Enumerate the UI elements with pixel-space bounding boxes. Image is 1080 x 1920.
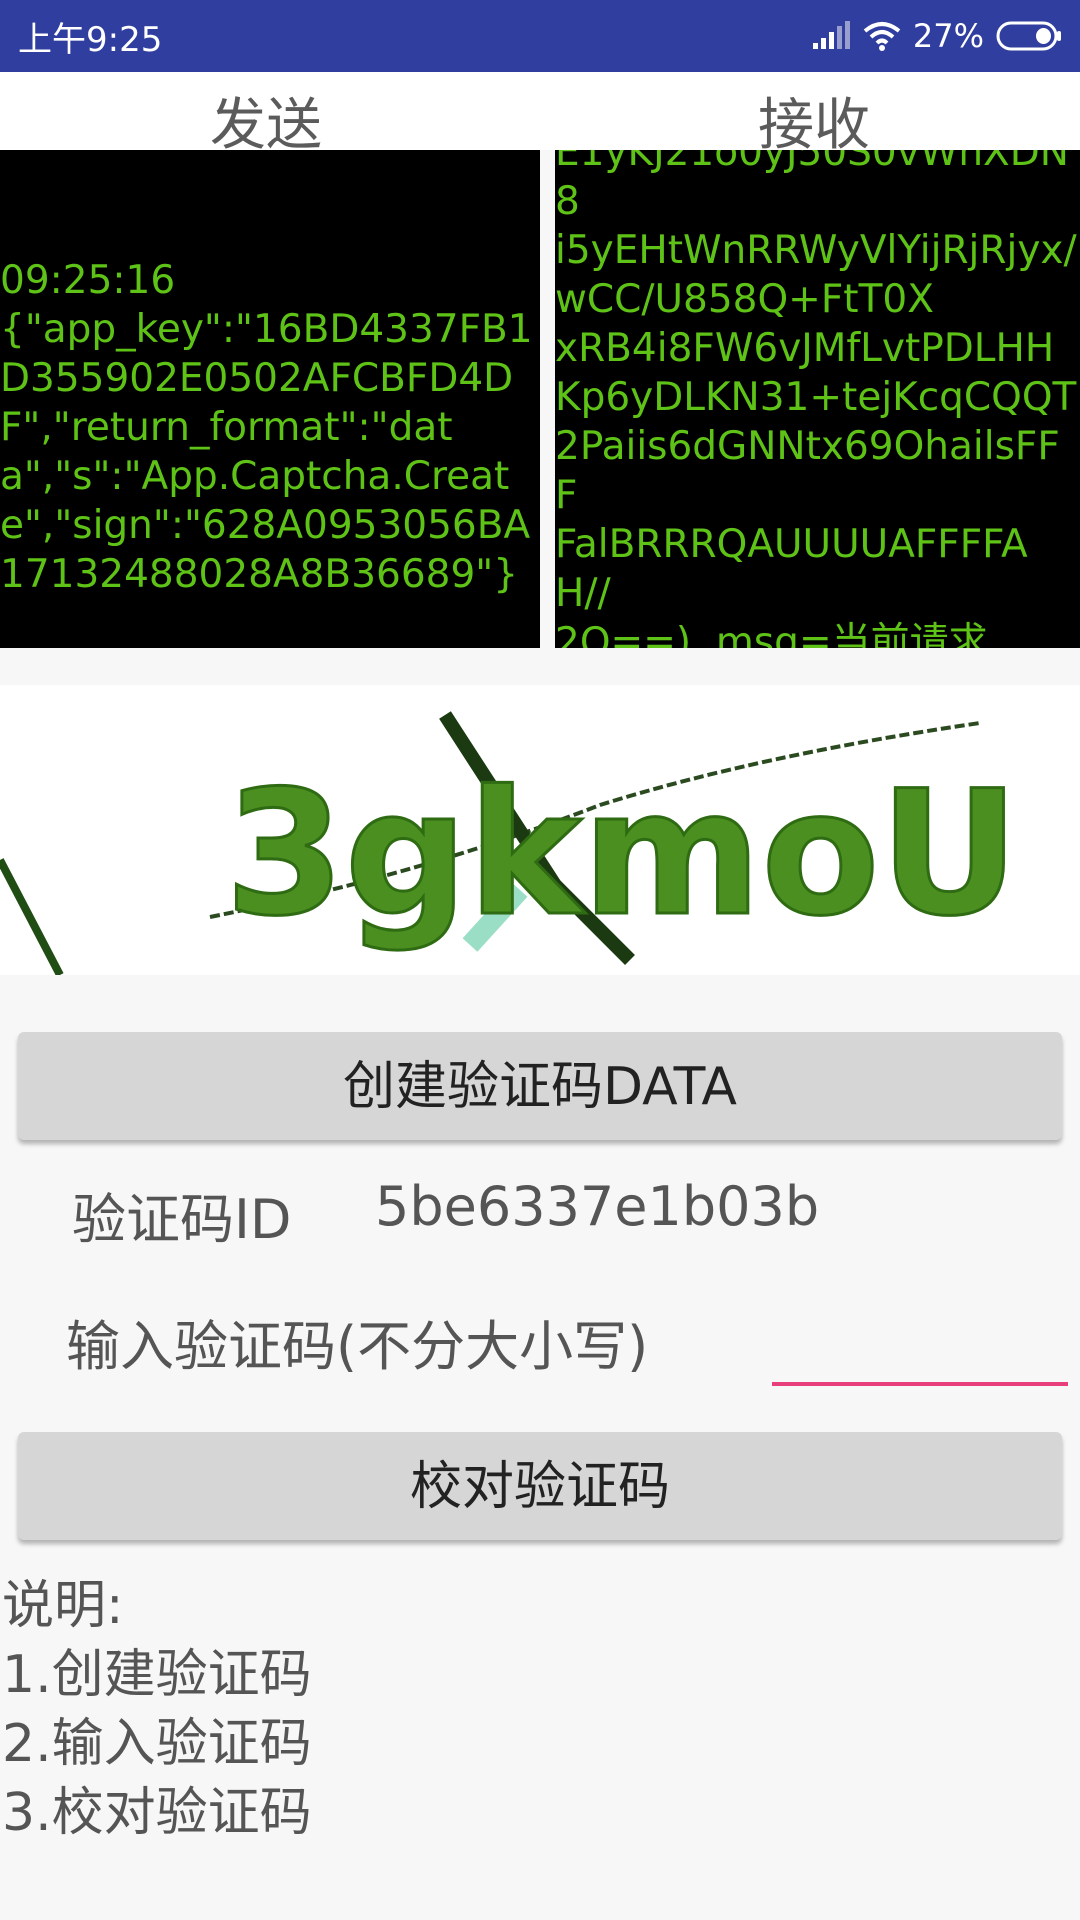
captcha-id-value: 5be6337e1b03b bbox=[375, 1175, 820, 1238]
captcha-id-label: 验证码ID bbox=[72, 1188, 292, 1251]
console-header: 发送 接收 bbox=[0, 72, 1080, 158]
battery-percent: 27% bbox=[912, 17, 984, 55]
battery-icon bbox=[996, 21, 1061, 51]
wifi-icon bbox=[863, 22, 901, 51]
captcha-image: 3gkmoU bbox=[0, 685, 1080, 975]
instructions-title: 说明: bbox=[2, 1576, 124, 1636]
instruction-step: 1.创建验证码 bbox=[2, 1645, 312, 1705]
instructions: 说明: 1.创建验证码 2.输入验证码 3.校对验证码 bbox=[2, 1572, 312, 1848]
signal-icon bbox=[812, 21, 850, 49]
captcha-graphic: 3gkmoU bbox=[0, 685, 1080, 975]
status-bar: 上午9:25 27% bbox=[0, 0, 1080, 72]
receive-console[interactable]: E1yKJ21o0yJ50S0vWnXDN8 i5yEHtWnRRWyVlYij… bbox=[555, 150, 1080, 648]
receive-console-text: E1yKJ21o0yJ50S0vWnXDN8 i5yEHtWnRRWyVlYij… bbox=[555, 150, 1077, 648]
captcha-code-input[interactable] bbox=[772, 1290, 1068, 1386]
captcha-text: 3gkmoU bbox=[225, 753, 1019, 954]
status-time: 上午9:25 bbox=[18, 19, 163, 60]
instruction-step: 3.校对验证码 bbox=[2, 1783, 312, 1843]
send-label: 发送 bbox=[210, 93, 322, 158]
send-console[interactable]: 09:25:16 {"app_key":"16BD4337FB1D355902E… bbox=[0, 150, 540, 648]
verify-captcha-button[interactable]: 校对验证码 bbox=[18, 1432, 1062, 1540]
code-input-label: 输入验证码(不分大小写) bbox=[66, 1315, 649, 1378]
status-icons: 27% bbox=[811, 17, 1062, 55]
send-console-text: 09:25:16 {"app_key":"16BD4337FB1D355902E… bbox=[0, 258, 533, 597]
create-captcha-button[interactable]: 创建验证码DATA bbox=[18, 1032, 1062, 1140]
instruction-step: 2.输入验证码 bbox=[2, 1714, 312, 1774]
receive-label: 接收 bbox=[758, 93, 870, 158]
